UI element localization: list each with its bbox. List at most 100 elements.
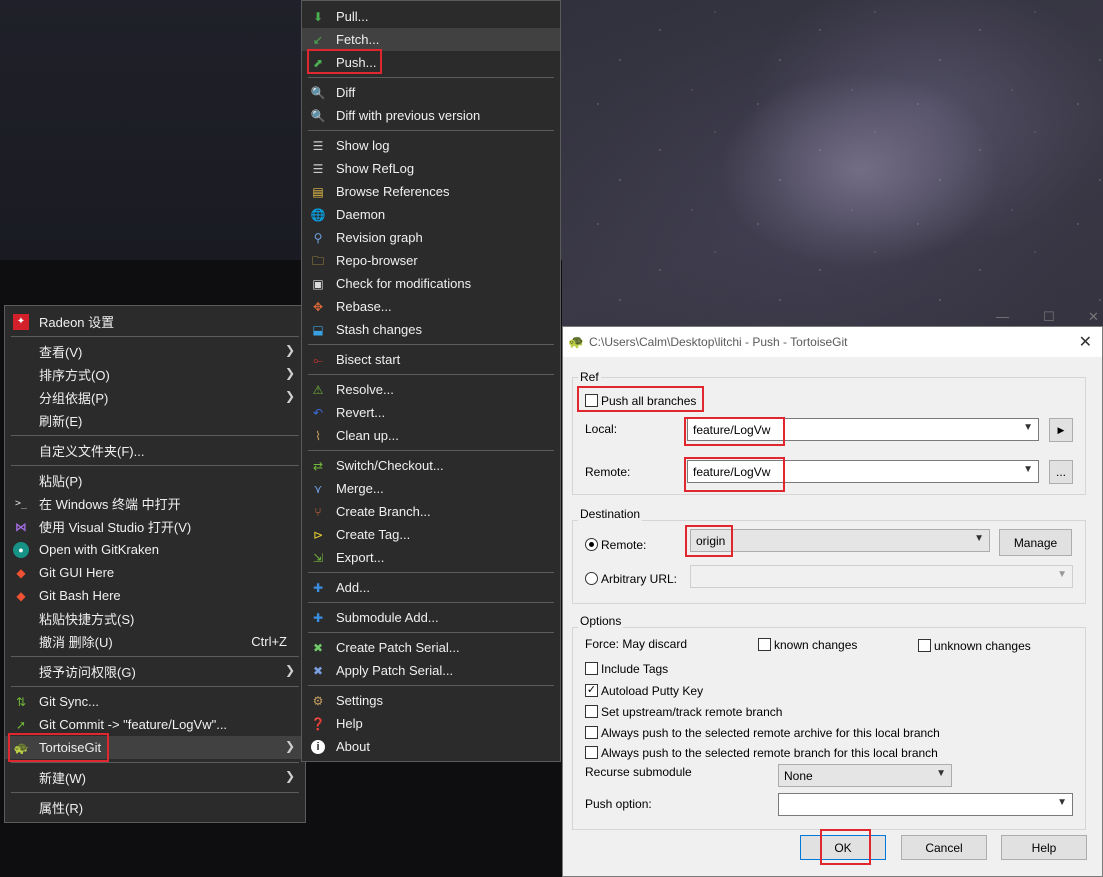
menu-item-create-tag[interactable]: ⊳ Create Tag... xyxy=(302,523,560,546)
menu-item-git-gui[interactable]: ◆ Git GUI Here xyxy=(5,561,305,584)
menu-item-customize-folder[interactable]: 自定义文件夹(F)... xyxy=(5,439,305,462)
menu-item-view[interactable]: 查看(V) ❯ xyxy=(5,340,305,363)
menu-item-fetch[interactable]: ↙ Fetch... xyxy=(302,28,560,51)
menu-item-git-bash[interactable]: ◆ Git Bash Here xyxy=(5,584,305,607)
maximize-icon[interactable]: ☐ xyxy=(1043,309,1055,325)
menu-item-diff[interactable]: 🔍 Diff xyxy=(302,81,560,104)
menu-item-switch-checkout[interactable]: ⇄ Switch/Checkout... xyxy=(302,454,560,477)
menu-item-push[interactable]: ⬈ Push... xyxy=(302,51,560,74)
push-option-combo[interactable]: ▼ xyxy=(778,793,1073,816)
menu-separator xyxy=(11,435,299,436)
resolve-icon: ⚠ xyxy=(312,383,324,397)
menu-item-show-reflog[interactable]: ☰ Show RefLog xyxy=(302,157,560,180)
menu-item-resolve[interactable]: ⚠ Resolve... xyxy=(302,378,560,401)
menu-item-rebase[interactable]: ✥ Rebase... xyxy=(302,295,560,318)
gitkraken-icon: ● xyxy=(13,542,29,558)
menu-item-export[interactable]: ⇲ Export... xyxy=(302,546,560,569)
always-push-archive-checkbox[interactable] xyxy=(585,726,598,739)
menu-item-create-patch-serial[interactable]: ✖ Create Patch Serial... xyxy=(302,636,560,659)
ok-button[interactable]: OK xyxy=(800,835,886,860)
menu-item-bisect-start[interactable]: ⟜ Bisect start xyxy=(302,348,560,371)
menu-item-stash-changes[interactable]: ⬓ Stash changes xyxy=(302,318,560,341)
menu-item-create-branch[interactable]: ⑂ Create Branch... xyxy=(302,500,560,523)
menu-item-diff-previous[interactable]: 🔍 Diff with previous version xyxy=(302,104,560,127)
tortoisegit-icon: 🐢 xyxy=(13,741,29,755)
menu-item-browse-references[interactable]: ▤ Browse References xyxy=(302,180,560,203)
menu-item-open-gitkraken[interactable]: ● Open with GitKraken xyxy=(5,538,305,561)
local-more-button[interactable]: ▶ xyxy=(1049,418,1073,442)
include-tags-checkbox[interactable] xyxy=(585,662,598,675)
cancel-button[interactable]: Cancel xyxy=(901,835,987,860)
merge-icon: ⋎ xyxy=(313,482,323,496)
push-all-branches-checkbox[interactable] xyxy=(585,394,598,407)
menu-item-paste[interactable]: 粘贴(P) xyxy=(5,469,305,492)
menu-item-group[interactable]: 分组依据(P) ❯ xyxy=(5,386,305,409)
minimize-icon[interactable]: — xyxy=(996,309,1009,324)
menu-item-open-visual-studio[interactable]: ⋈ 使用 Visual Studio 打开(V) xyxy=(5,515,305,538)
menu-item-pull[interactable]: ⬇ Pull... xyxy=(302,5,560,28)
menu-item-undo-delete[interactable]: 撤消 删除(U) Ctrl+Z xyxy=(5,630,305,653)
menu-item-grant-access[interactable]: 授予访问权限(G) ❯ xyxy=(5,660,305,683)
include-tags-label[interactable]: Include Tags xyxy=(601,662,668,676)
always-push-branch-label[interactable]: Always push to the selected remote branc… xyxy=(601,746,938,760)
dest-remote-combo[interactable]: origin ▼ xyxy=(690,529,990,552)
menu-item-apply-patch-serial[interactable]: ✖ Apply Patch Serial... xyxy=(302,659,560,682)
recurse-submodule-combo[interactable]: None ▼ xyxy=(778,764,952,787)
arbitrary-url-radio[interactable] xyxy=(585,572,598,585)
menu-item-git-sync[interactable]: ⇅ Git Sync... xyxy=(5,690,305,713)
menu-item-radeon[interactable]: ✦ Radeon 设置 xyxy=(5,310,305,333)
menu-item-submodule-add[interactable]: ✚ Submodule Add... xyxy=(302,606,560,629)
git-icon: ◆ xyxy=(16,589,26,603)
help-button[interactable]: Help xyxy=(1001,835,1087,860)
autoload-putty-label[interactable]: Autoload Putty Key xyxy=(601,684,703,698)
remote-branch-combo[interactable]: feature/LogVw ▼ xyxy=(687,460,1039,483)
menu-item-revert[interactable]: ↶ Revert... xyxy=(302,401,560,424)
unknown-changes-label[interactable]: unknown changes xyxy=(934,639,1031,653)
menu-item-properties[interactable]: 属性(R) xyxy=(5,796,305,819)
menu-separator xyxy=(308,77,554,78)
menu-item-add[interactable]: ✚ Add... xyxy=(302,576,560,599)
menu-item-settings[interactable]: ⚙ Settings xyxy=(302,689,560,712)
menu-item-paste-shortcut[interactable]: 粘贴快捷方式(S) xyxy=(5,607,305,630)
arbitrary-url-combo[interactable]: ▼ xyxy=(690,565,1073,588)
menu-item-check-modifications[interactable]: ▣ Check for modifications xyxy=(302,272,560,295)
remote-more-button[interactable]: ... xyxy=(1049,460,1073,484)
set-upstream-label[interactable]: Set upstream/track remote branch xyxy=(601,705,782,719)
menu-item-open-terminal[interactable]: >_ 在 Windows 终端 中打开 xyxy=(5,492,305,515)
play-icon: ▶ xyxy=(1057,424,1065,435)
autoload-putty-checkbox[interactable]: ✓ xyxy=(585,684,598,697)
menu-item-about[interactable]: i About xyxy=(302,735,560,758)
menu-item-clean-up[interactable]: ⌇ Clean up... xyxy=(302,424,560,447)
menu-item-daemon[interactable]: 🌐 Daemon xyxy=(302,203,560,226)
close-icon[interactable]: ✕ xyxy=(1088,309,1099,325)
references-icon: ▤ xyxy=(312,185,324,199)
manage-button[interactable]: Manage xyxy=(999,529,1072,556)
menu-item-show-log[interactable]: ☰ Show log xyxy=(302,134,560,157)
create-patch-icon: ✖ xyxy=(312,641,324,655)
known-changes-label[interactable]: known changes xyxy=(774,638,857,652)
always-push-archive-label[interactable]: Always push to the selected remote archi… xyxy=(601,726,940,740)
menu-item-repo-browser[interactable]: 🗀 Repo-browser xyxy=(302,249,560,272)
menu-item-sort[interactable]: 排序方式(O) ❯ xyxy=(5,363,305,386)
chevron-right-icon: ❯ xyxy=(284,769,295,783)
unknown-changes-checkbox[interactable] xyxy=(918,639,931,652)
set-upstream-checkbox[interactable] xyxy=(585,705,598,718)
arbitrary-url-label[interactable]: Arbitrary URL: xyxy=(601,572,677,586)
dest-remote-label[interactable]: Remote: xyxy=(601,538,646,552)
git-commit-icon: ➚ xyxy=(15,718,27,732)
dest-remote-radio[interactable] xyxy=(585,538,598,551)
dialog-title: C:\Users\Calm\Desktop\litchi - Push - To… xyxy=(589,335,848,349)
push-all-branches-label[interactable]: Push all branches xyxy=(601,394,696,408)
known-changes-checkbox[interactable] xyxy=(758,638,771,651)
destination-group-label: Destination xyxy=(578,507,643,521)
menu-item-merge[interactable]: ⋎ Merge... xyxy=(302,477,560,500)
local-branch-combo[interactable]: feature/LogVw ▼ xyxy=(687,418,1039,441)
menu-item-revision-graph[interactable]: ⚲ Revision graph xyxy=(302,226,560,249)
menu-item-refresh[interactable]: 刷新(E) xyxy=(5,409,305,432)
menu-item-new[interactable]: 新建(W) ❯ xyxy=(5,766,305,789)
close-icon[interactable]: ✕ xyxy=(1079,332,1092,352)
menu-item-help[interactable]: ❓ Help xyxy=(302,712,560,735)
always-push-branch-checkbox[interactable] xyxy=(585,746,598,759)
menu-item-git-commit[interactable]: ➚ Git Commit -> "feature/LogVw"... xyxy=(5,713,305,736)
menu-item-tortoisegit[interactable]: 🐢 TortoiseGit ❯ xyxy=(5,736,305,759)
